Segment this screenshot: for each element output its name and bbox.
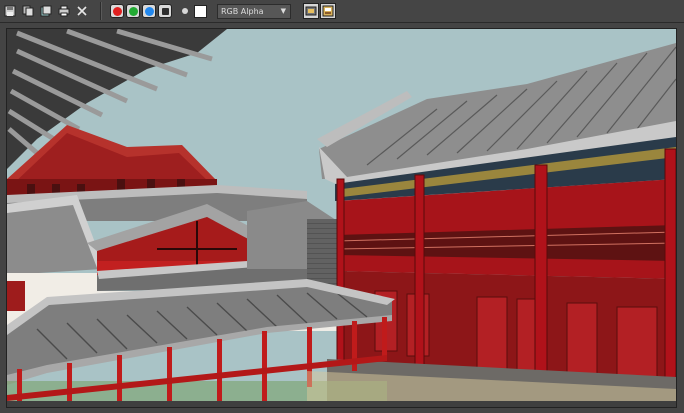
channel-toggles — [108, 3, 176, 19]
green-channel-button[interactable] — [126, 4, 140, 18]
green-channel-icon — [128, 6, 138, 16]
display-window-icon[interactable] — [303, 3, 319, 19]
clone-icon[interactable] — [20, 3, 36, 19]
save-icon[interactable] — [2, 3, 18, 19]
render-toolbar: RGB Alpha ▼ — [0, 0, 684, 23]
close-icon[interactable] — [74, 3, 90, 19]
channel-display-dropdown[interactable]: RGB Alpha ▼ — [217, 3, 291, 19]
red-channel-icon — [112, 6, 122, 16]
copy-icon[interactable] — [38, 3, 54, 19]
blue-channel-button[interactable] — [142, 4, 156, 18]
mono-channel-icon — [161, 7, 169, 15]
background-color-swatch[interactable] — [194, 4, 207, 18]
blue-channel-icon — [144, 6, 154, 16]
print-icon[interactable] — [56, 3, 72, 19]
chevron-down-icon: ▼ — [280, 6, 286, 15]
toolbar-separator — [100, 2, 102, 20]
rendered-scene — [7, 29, 676, 407]
rendered-image-viewport[interactable] — [6, 28, 677, 408]
red-channel-button[interactable] — [110, 4, 124, 18]
render-image-icon[interactable] — [320, 3, 336, 19]
alpha-dot-icon[interactable] — [182, 8, 188, 14]
channel-display-value: RGB Alpha — [221, 6, 264, 16]
mono-channel-button[interactable] — [158, 4, 172, 18]
